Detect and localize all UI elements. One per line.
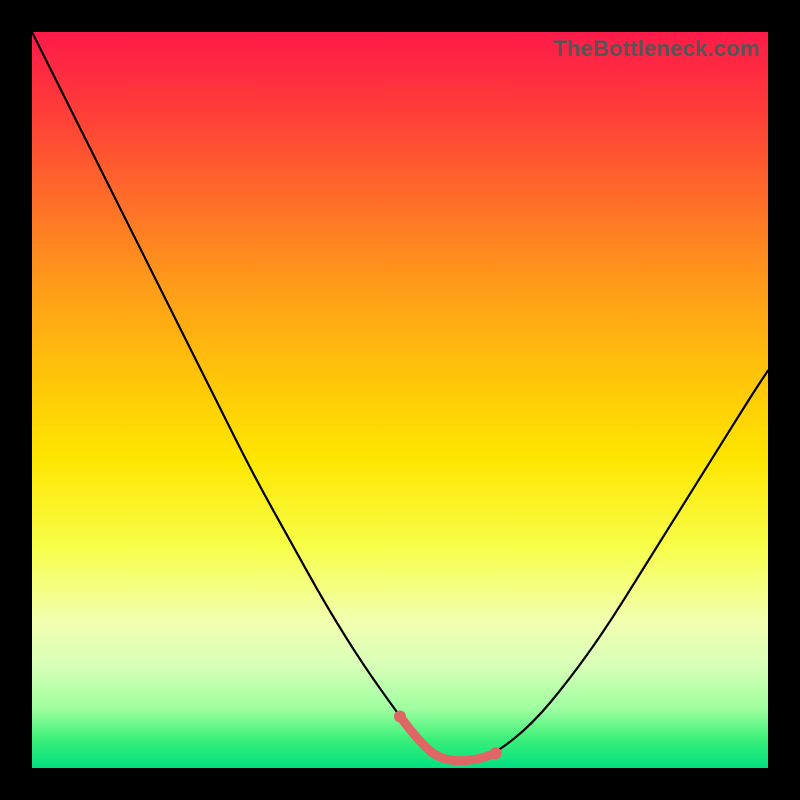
series-main-curve: [32, 32, 768, 761]
chart-stage: TheBottleneck.com: [0, 0, 800, 800]
watermark-text: TheBottleneck.com: [554, 36, 760, 62]
series-highlight-segment: [400, 716, 496, 760]
chart-svg: [32, 32, 768, 768]
highlight-dot: [394, 710, 406, 722]
highlight-dot: [490, 747, 502, 759]
chart-lines: [32, 32, 768, 761]
plot-area: TheBottleneck.com: [32, 32, 768, 768]
